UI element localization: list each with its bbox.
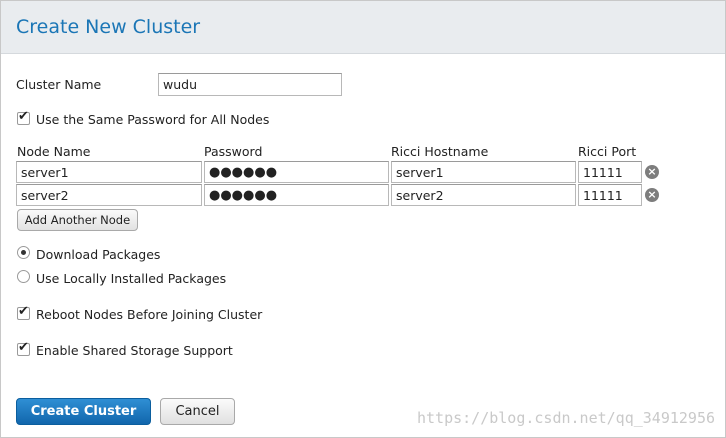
column-header-node-name: Node Name [17,144,91,159]
reboot-nodes-label: Reboot Nodes Before Joining Cluster [36,307,263,322]
column-header-ricci-port: Ricci Port [578,144,637,159]
checkmark-icon: ✔ [18,109,29,124]
shared-storage-label: Enable Shared Storage Support [36,343,233,358]
node-name-input-2[interactable] [16,184,202,206]
cluster-name-input[interactable] [158,73,342,96]
cancel-button[interactable]: Cancel [160,398,235,425]
download-packages-radio[interactable] [17,246,30,259]
ricci-hostname-input-1[interactable] [391,161,576,183]
add-another-node-button[interactable]: Add Another Node [17,209,138,231]
cluster-name-label: Cluster Name [16,77,102,92]
create-cluster-dialog: Create New Cluster Cluster Name ✔ Use th… [0,0,726,438]
same-password-label: Use the Same Password for All Nodes [36,112,270,127]
ricci-port-input-2[interactable] [578,184,642,206]
node-name-input-1[interactable] [16,161,202,183]
ricci-hostname-input-2[interactable] [391,184,576,206]
shared-storage-checkbox[interactable]: ✔ [17,340,30,356]
same-password-checkbox[interactable]: ✔ [17,109,30,125]
dialog-title: Create New Cluster [16,16,201,38]
local-packages-radio[interactable] [17,270,30,283]
password-input-1[interactable] [204,161,389,183]
ricci-port-input-1[interactable] [578,161,642,183]
checkmark-icon: ✔ [18,304,29,319]
local-packages-label: Use Locally Installed Packages [36,271,227,286]
column-header-password: Password [204,144,263,159]
watermark-text: https://blog.csdn.net/qq_34912956 [416,409,715,427]
create-cluster-button[interactable]: Create Cluster [16,398,151,425]
close-icon[interactable]: × [645,188,659,202]
column-header-ricci-hostname: Ricci Hostname [391,144,489,159]
reboot-nodes-checkbox[interactable]: ✔ [17,304,30,320]
dialog-header: Create New Cluster [1,1,725,54]
close-icon[interactable]: × [645,165,659,179]
checkmark-icon: ✔ [18,340,29,355]
password-input-2[interactable] [204,184,389,206]
download-packages-label: Download Packages [36,247,161,262]
